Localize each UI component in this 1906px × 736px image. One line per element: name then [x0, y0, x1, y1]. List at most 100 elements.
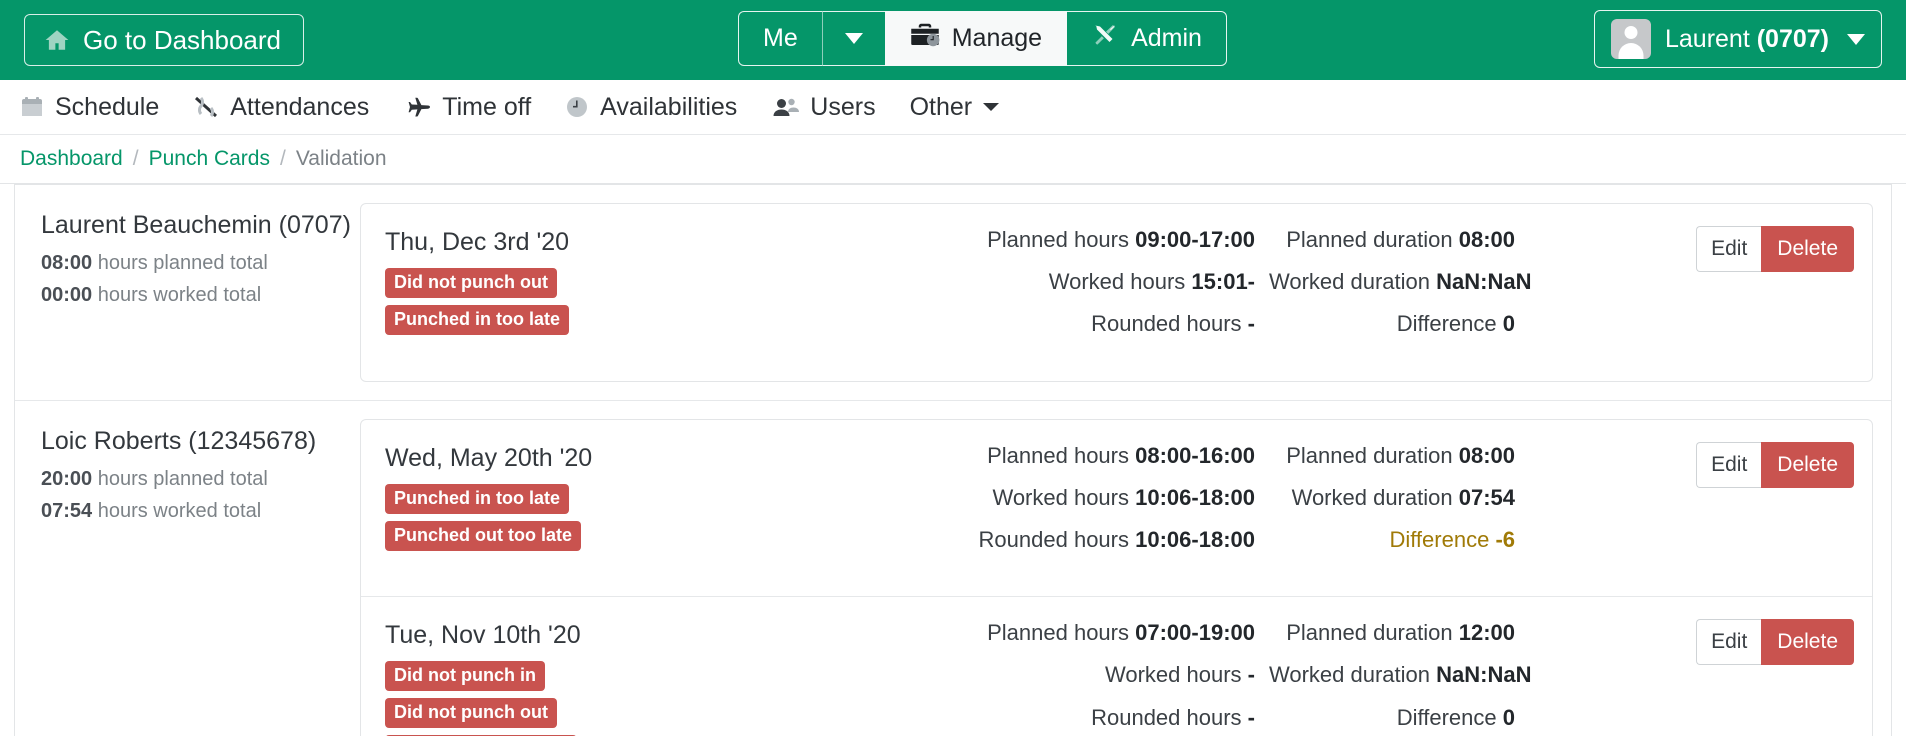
user-block: Loic Roberts (12345678) 20:00 hours plan…: [15, 401, 1891, 736]
punch-card: Thu, Dec 3rd '20 Did not punch out Punch…: [361, 204, 1872, 381]
difference-label: Difference: [1397, 311, 1497, 336]
punch-card-actions: Edit Delete: [1515, 224, 1854, 272]
user-planned-total-label: hours planned total: [98, 252, 268, 274]
user-planned-total-label: hours planned total: [98, 468, 268, 490]
punch-card-summary: Wed, May 20th '20 Punched in too late Pu…: [385, 440, 865, 558]
punch-card: Wed, May 20th '20 Punched in too late Pu…: [361, 420, 1872, 598]
status-badge: Did not punch out: [385, 268, 557, 298]
difference-row: Difference 0: [1269, 706, 1515, 730]
user-first-name: Laurent: [1665, 25, 1750, 53]
tab-me[interactable]: Me: [738, 11, 822, 66]
worked-duration-value: NaN:NaN: [1436, 662, 1531, 687]
planned-hours-label: Planned hours: [987, 620, 1129, 645]
users-icon: [771, 95, 799, 119]
worked-hours-value: -: [1248, 662, 1255, 687]
rounded-hours-value: 10:06-18:00: [1135, 527, 1255, 552]
user-summary: Laurent Beauchemin (0707) 08:00 hours pl…: [15, 203, 360, 316]
worked-hours-row: Worked hours -: [865, 663, 1255, 687]
caret-down-icon: [983, 102, 999, 112]
go-to-dashboard-label: Go to Dashboard: [83, 27, 281, 53]
planned-hours-label: Planned hours: [987, 443, 1129, 468]
nav-item-other-label: Other: [910, 93, 973, 122]
worked-duration-row: Worked duration NaN:NaN: [1269, 270, 1515, 294]
worked-hours-row: Worked hours 10:06-18:00: [865, 486, 1255, 510]
status-badge-row: Did not punch in: [385, 661, 865, 698]
nav-item-attendances[interactable]: Attendances: [193, 93, 369, 122]
nav-item-other[interactable]: Other: [910, 93, 1000, 122]
breadcrumb-item-punch-cards[interactable]: Punch Cards: [149, 147, 270, 171]
worked-hours-value: 15:01-: [1191, 269, 1255, 294]
nav-item-schedule-label: Schedule: [55, 93, 159, 122]
breadcrumb-separator: /: [280, 147, 286, 171]
rounded-hours-row: Rounded hours -: [865, 312, 1255, 336]
nav-item-schedule[interactable]: Schedule: [20, 93, 159, 122]
planned-hours-row: Planned hours 09:00-17:00: [865, 228, 1255, 252]
difference-label: Difference: [1397, 705, 1497, 730]
tab-manage[interactable]: Manage: [885, 11, 1067, 66]
secondary-navbar: Schedule Attendances Time off Availabili…: [0, 80, 1906, 135]
action-button-group: Edit Delete: [1696, 442, 1854, 488]
nav-item-availabilities[interactable]: Availabilities: [565, 93, 737, 122]
planned-duration-label: Planned duration: [1286, 620, 1452, 645]
difference-label: Difference: [1389, 527, 1489, 552]
delete-button[interactable]: Delete: [1761, 619, 1854, 665]
breadcrumb-item-dashboard[interactable]: Dashboard: [20, 147, 123, 171]
edit-button[interactable]: Edit: [1696, 226, 1761, 272]
worked-duration-label: Worked duration: [1292, 485, 1453, 510]
tab-admin[interactable]: Admin: [1067, 11, 1227, 66]
top-navbar: Go to Dashboard Me Manage: [0, 0, 1906, 80]
user-summary: Loic Roberts (12345678) 20:00 hours plan…: [15, 419, 360, 532]
edit-button[interactable]: Edit: [1696, 442, 1761, 488]
tab-manage-label: Manage: [952, 24, 1042, 53]
nav-item-time-off[interactable]: Time off: [403, 93, 531, 122]
tab-me-label: Me: [763, 24, 798, 53]
punch-cards-group: Wed, May 20th '20 Punched in too late Pu…: [360, 419, 1873, 736]
worked-hours-value: 10:06-18:00: [1135, 485, 1255, 510]
planned-duration-label: Planned duration: [1286, 443, 1452, 468]
planned-duration-row: Planned duration 12:00: [1269, 621, 1515, 645]
status-badge-row: Punched in too late: [385, 484, 865, 521]
plane-icon: [403, 95, 431, 119]
nav-item-users[interactable]: Users: [771, 93, 875, 122]
difference-value: 0: [1503, 311, 1515, 336]
delete-button[interactable]: Delete: [1761, 226, 1854, 272]
planned-hours-value: 09:00-17:00: [1135, 227, 1255, 252]
worked-hours-label: Worked hours: [1105, 662, 1242, 687]
delete-button[interactable]: Delete: [1761, 442, 1854, 488]
worked-hours-label: Worked hours: [992, 485, 1129, 510]
clock-icon: [565, 95, 589, 119]
planned-hours-value: 08:00-16:00: [1135, 443, 1255, 468]
worked-duration-value: NaN:NaN: [1436, 269, 1531, 294]
nav-item-availabilities-label: Availabilities: [600, 93, 737, 122]
user-name: Laurent Beauchemin (0707): [41, 211, 360, 240]
context-switcher: Me Manage: [738, 11, 1227, 66]
punch-card-date: Thu, Dec 3rd '20: [385, 228, 865, 257]
me-dropdown-toggle[interactable]: [822, 11, 885, 66]
user-worked-total: 07:54 hours worked total: [41, 500, 360, 523]
user-worked-total-label: hours worked total: [98, 500, 261, 522]
rounded-hours-label: Rounded hours: [1091, 311, 1241, 336]
chevron-down-icon: [845, 33, 863, 44]
briefcase-clock-icon: [910, 22, 940, 55]
business-time-icon: [193, 95, 219, 119]
user-planned-total-value: 20:00: [41, 468, 92, 490]
status-badge: Punched in too late: [385, 484, 569, 514]
planned-duration-value: 08:00: [1459, 227, 1515, 252]
planned-duration-label: Planned duration: [1286, 227, 1452, 252]
worked-duration-label: Worked duration: [1269, 662, 1430, 687]
rounded-hours-value: -: [1248, 705, 1255, 730]
user-menu-button[interactable]: Laurent (0707): [1594, 10, 1882, 68]
go-to-dashboard-button[interactable]: Go to Dashboard: [24, 14, 304, 66]
worked-hours-label: Worked hours: [1049, 269, 1186, 294]
nav-item-time-off-label: Time off: [442, 93, 531, 122]
punch-card-actions: Edit Delete: [1515, 617, 1854, 665]
worked-hours-row: Worked hours 15:01-: [865, 270, 1255, 294]
user-block: Laurent Beauchemin (0707) 08:00 hours pl…: [15, 185, 1891, 401]
difference-row: Difference 0: [1269, 312, 1515, 336]
status-badge-row: Did not punch out: [385, 268, 865, 305]
calendar-icon: [20, 95, 44, 119]
status-badge-row: Punched in too late: [385, 305, 865, 342]
status-badge: Did not punch in: [385, 661, 545, 691]
planned-duration-row: Planned duration 08:00: [1269, 228, 1515, 252]
edit-button[interactable]: Edit: [1696, 619, 1761, 665]
